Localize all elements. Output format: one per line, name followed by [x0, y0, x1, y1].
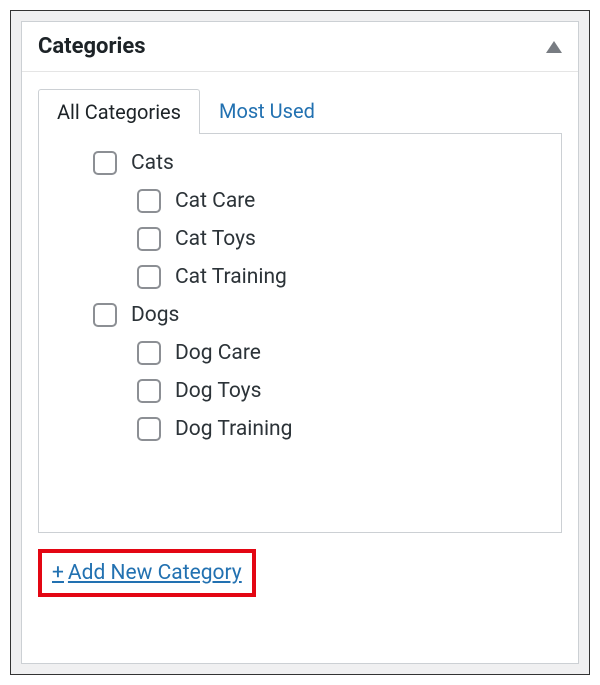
category-label: Cat Training — [175, 265, 287, 289]
panel-title: Categories — [38, 34, 146, 59]
category-item-dogs: Dogs — [49, 296, 549, 334]
add-new-category-link[interactable]: + Add New Category — [52, 561, 242, 585]
collapse-toggle-icon[interactable] — [546, 41, 562, 53]
category-list-box: Cats Cat Care Cat Toys — [38, 133, 562, 533]
category-scroll[interactable]: Cats Cat Care Cat Toys — [49, 144, 555, 522]
checkbox-dog-toys[interactable] — [137, 379, 161, 403]
panel-header: Categories — [22, 22, 578, 72]
tab-most-used[interactable]: Most Used — [200, 88, 334, 133]
categories-panel: Categories All Categories Most Used Cats — [21, 21, 579, 664]
tab-all-categories[interactable]: All Categories — [38, 89, 200, 134]
add-new-label: Add New Category — [68, 561, 242, 585]
checkbox-cats[interactable] — [93, 151, 117, 175]
checkbox-dogs[interactable] — [93, 303, 117, 327]
category-item-dog-training: Dog Training — [49, 410, 549, 448]
category-label: Dog Training — [175, 417, 292, 441]
category-list: Cats Cat Care Cat Toys — [49, 144, 549, 448]
checkbox-cat-training[interactable] — [137, 265, 161, 289]
panel-body: All Categories Most Used Cats — [22, 72, 578, 663]
category-item-dog-toys: Dog Toys — [49, 372, 549, 410]
category-item-cat-care: Cat Care — [49, 182, 549, 220]
category-label: Dog Care — [175, 341, 261, 365]
category-item-cat-toys: Cat Toys — [49, 220, 549, 258]
category-label: Dogs — [131, 303, 179, 327]
add-new-highlight: + Add New Category — [38, 549, 256, 597]
plus-icon: + — [52, 561, 64, 585]
category-label: Cat Toys — [175, 227, 256, 251]
category-label: Cats — [131, 151, 174, 175]
checkbox-dog-training[interactable] — [137, 417, 161, 441]
checkbox-cat-toys[interactable] — [137, 227, 161, 251]
category-item-dog-care: Dog Care — [49, 334, 549, 372]
category-item-cats: Cats — [49, 144, 549, 182]
category-item-cat-training: Cat Training — [49, 258, 549, 296]
checkbox-dog-care[interactable] — [137, 341, 161, 365]
category-tabs: All Categories Most Used — [38, 88, 562, 133]
category-label: Cat Care — [175, 189, 255, 213]
outer-frame: Categories All Categories Most Used Cats — [10, 10, 590, 675]
category-label: Dog Toys — [175, 379, 261, 403]
checkbox-cat-care[interactable] — [137, 189, 161, 213]
